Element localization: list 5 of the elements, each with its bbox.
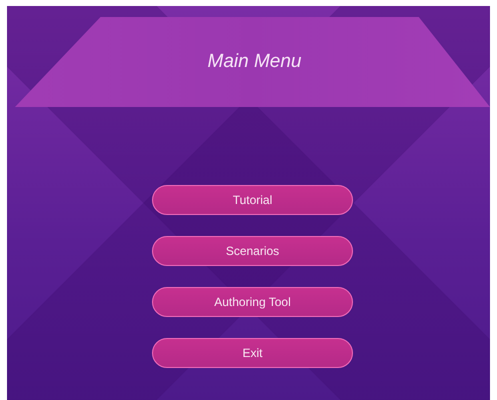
menu-title: Main Menu [208,51,302,73]
menu-button[interactable]: Scenarios [152,236,353,266]
menu-button[interactable]: Exit [152,338,353,368]
menu-button[interactable]: Authoring Tool [152,287,353,317]
menu-button[interactable]: Tutorial [152,185,353,215]
